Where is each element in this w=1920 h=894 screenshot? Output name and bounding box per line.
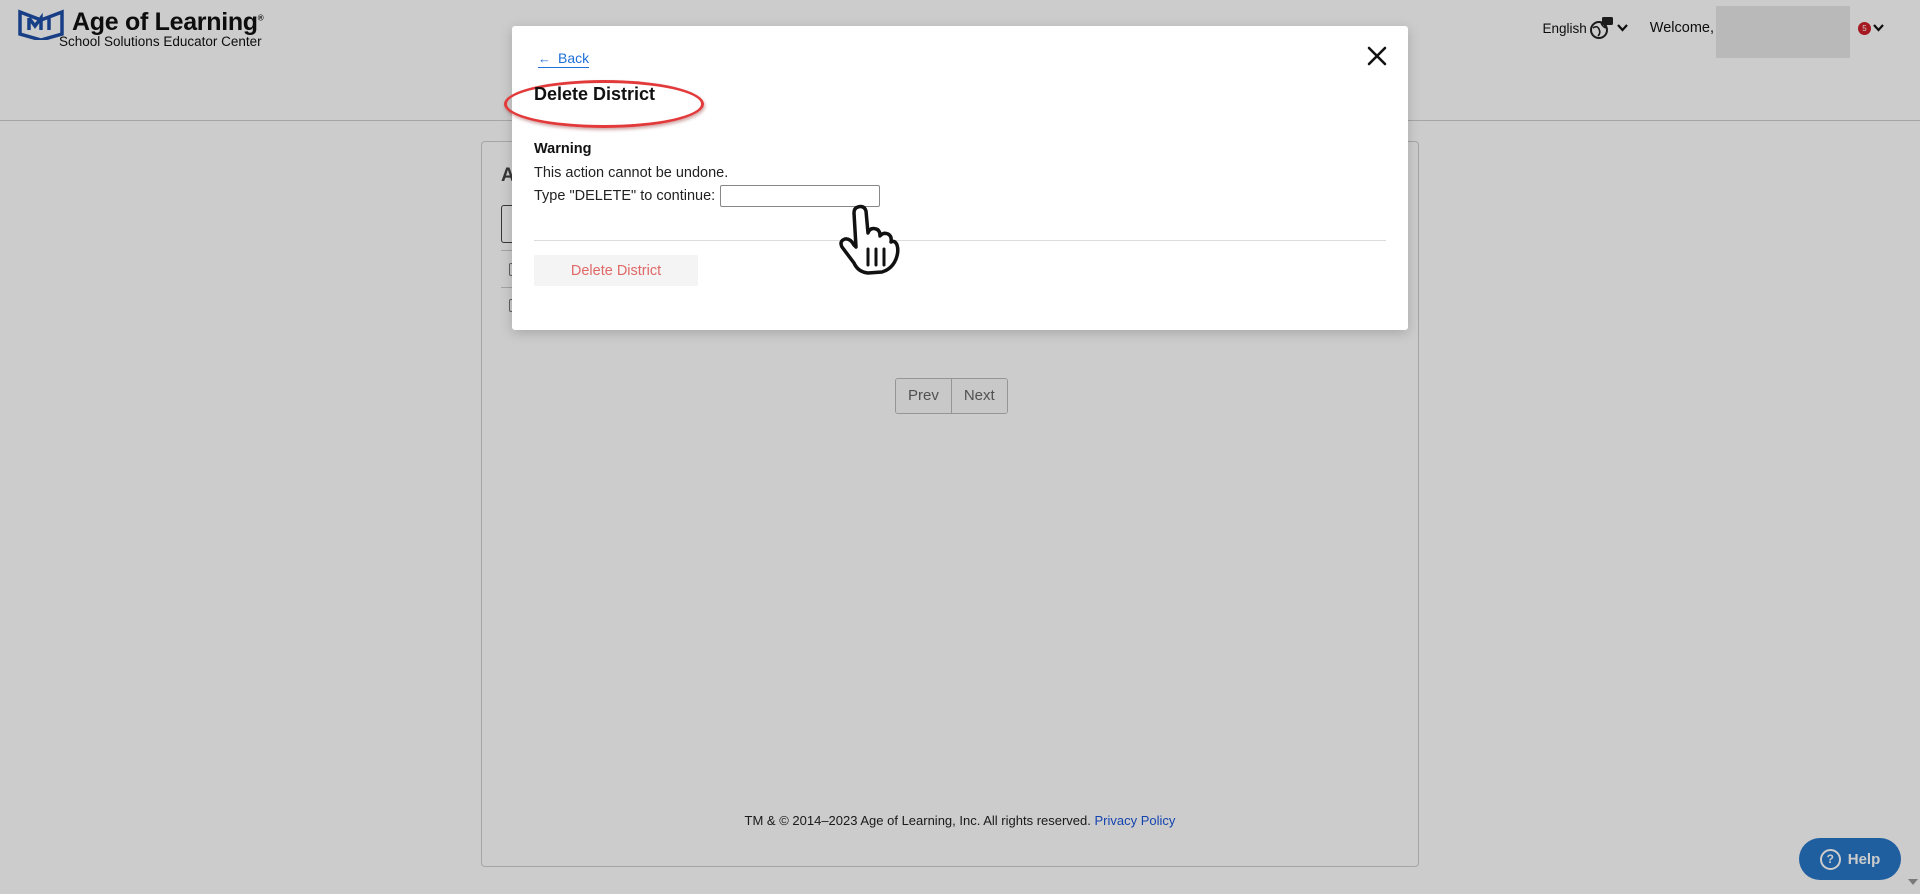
close-icon[interactable] [1365, 44, 1389, 68]
confirm-prompt: Type "DELETE" to continue: [534, 188, 716, 204]
delete-district-modal: ← Back Delete District Warning This acti… [504, 26, 1408, 330]
back-label: Back [558, 50, 590, 66]
delete-district-button[interactable]: Delete District [534, 255, 698, 286]
back-arrow-icon: ← [538, 50, 551, 66]
warning-text: This action cannot be undone. [534, 165, 729, 181]
hand-pointer-icon [839, 204, 900, 275]
modal-title: Delete District [534, 84, 656, 104]
modal-divider [534, 240, 1386, 241]
back-link[interactable]: ← Back [538, 50, 590, 68]
confirm-row: Type "DELETE" to continue: [534, 185, 881, 207]
warning-title: Warning [534, 141, 592, 157]
